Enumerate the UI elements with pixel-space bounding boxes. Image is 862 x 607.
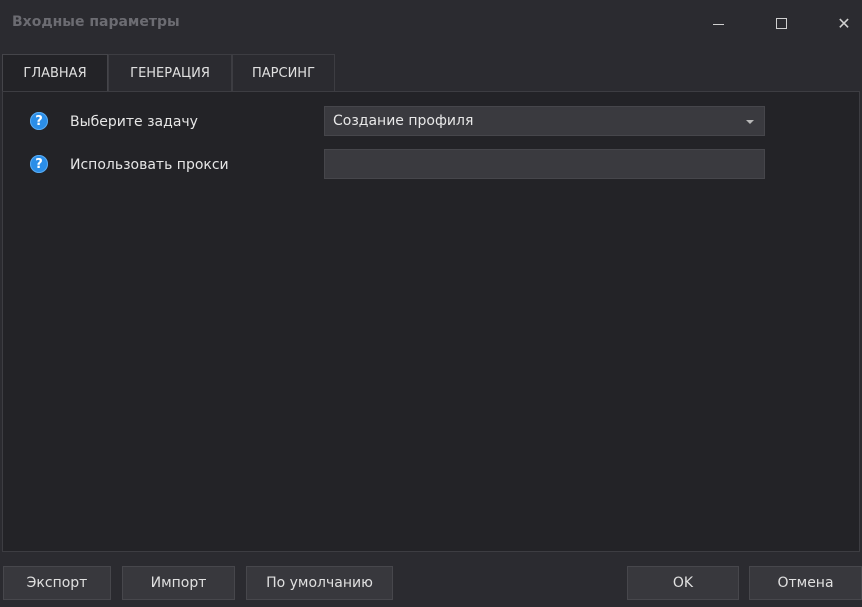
task-label: Выберите задачу bbox=[70, 114, 198, 130]
default-button[interactable]: По умолчанию bbox=[246, 566, 393, 600]
tab-parsing[interactable]: ПАРСИНГ bbox=[232, 54, 335, 91]
footer-bar: Экспорт Импорт По умолчанию OK Отмена bbox=[0, 552, 862, 607]
window-title: Входные параметры bbox=[12, 14, 180, 30]
close-button[interactable]: ✕ bbox=[829, 8, 859, 38]
tab-main[interactable]: ГЛАВНАЯ bbox=[2, 54, 108, 92]
task-select-value: Создание профиля bbox=[333, 113, 474, 129]
maximize-icon bbox=[775, 17, 787, 29]
ok-button[interactable]: OK bbox=[627, 566, 739, 600]
help-icon[interactable]: ? bbox=[30, 155, 48, 173]
close-icon: ✕ bbox=[837, 13, 851, 33]
minimize-icon bbox=[712, 24, 724, 25]
proxy-row: ? Использовать прокси bbox=[3, 149, 861, 181]
help-icon[interactable]: ? bbox=[30, 112, 48, 130]
tab-generation[interactable]: ГЕНЕРАЦИЯ bbox=[108, 54, 232, 91]
task-select[interactable]: Создание профиля bbox=[324, 106, 765, 136]
proxy-input[interactable] bbox=[324, 149, 765, 179]
proxy-label: Использовать прокси bbox=[70, 157, 229, 173]
task-row: ? Выберите задачу Создание профиля bbox=[3, 106, 861, 138]
cancel-button[interactable]: Отмена bbox=[749, 566, 862, 600]
main-panel: ? Выберите задачу Создание профиля ? Исп… bbox=[2, 91, 860, 552]
chevron-down-icon bbox=[746, 120, 754, 124]
maximize-button[interactable] bbox=[766, 8, 796, 38]
minimize-button[interactable] bbox=[703, 8, 733, 38]
title-bar: Входные параметры ✕ bbox=[0, 0, 862, 46]
import-button[interactable]: Импорт bbox=[122, 566, 235, 600]
export-button[interactable]: Экспорт bbox=[3, 566, 111, 600]
